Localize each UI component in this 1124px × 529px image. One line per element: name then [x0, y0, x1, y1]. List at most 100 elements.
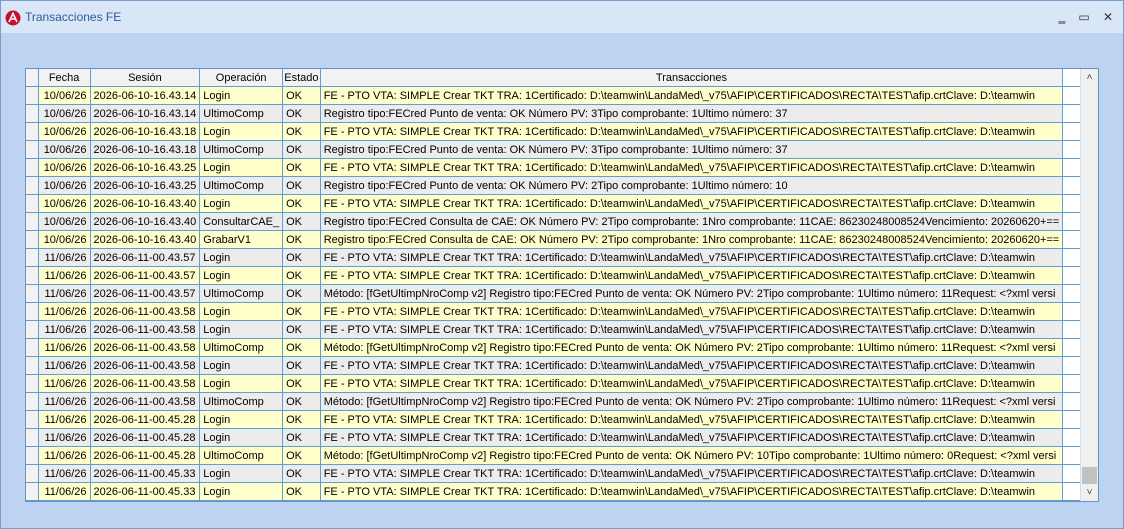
cell-sesion[interactable]: 2026-06-10-16.43.40 [90, 194, 201, 213]
cell-transaccion[interactable]: FE - PTO VTA: SIMPLE Crear TKT TRA: 1Cer… [320, 122, 1064, 141]
table-row[interactable]: 10/06/26 2026-06-10-16.43.25 Login OK FE - P… [26, 158, 1098, 177]
cell-operacion[interactable]: Login [199, 194, 284, 213]
cell-operacion[interactable]: Login [199, 320, 284, 339]
cell-operacion[interactable]: UltimoComp [199, 446, 284, 465]
cell-fecha[interactable]: 11/06/26 [38, 302, 91, 321]
table-row[interactable]: 11/06/26 2026-06-11-00.43.57 UltimoComp OK M… [26, 284, 1098, 303]
cell-fecha[interactable]: 11/06/26 [38, 356, 91, 375]
cell-estado[interactable]: OK [282, 230, 321, 249]
cell-sesion[interactable]: 2026-06-11-00.45.28 [90, 410, 201, 429]
cell-operacion[interactable]: Login [199, 464, 284, 483]
cell-estado[interactable]: OK [282, 194, 321, 213]
table-row[interactable]: 11/06/26 2026-06-11-00.45.28 UltimoComp OK M… [26, 446, 1098, 465]
cell-fecha[interactable]: 10/06/26 [38, 212, 91, 231]
cell-sesion[interactable]: 2026-06-10-16.43.14 [90, 104, 201, 123]
cell-estado[interactable]: OK [282, 446, 321, 465]
cell-estado[interactable]: OK [282, 320, 321, 339]
cell-estado[interactable]: OK [282, 104, 321, 123]
cell-estado[interactable]: OK [282, 122, 321, 141]
cell-estado[interactable]: OK [282, 482, 321, 501]
cell-fecha[interactable]: 10/06/26 [38, 158, 91, 177]
cell-sesion[interactable]: 2026-06-11-00.45.28 [90, 428, 201, 447]
column-header-operacion[interactable]: Operación [199, 69, 284, 87]
cell-sesion[interactable]: 2026-06-11-00.45.28 [90, 446, 201, 465]
table-row[interactable]: 10/06/26 2026-06-10-16.43.40 GrabarV1 OK Reg… [26, 230, 1098, 249]
cell-estado[interactable]: OK [282, 410, 321, 429]
cell-transaccion[interactable]: Registro tipo:FECred Punto de venta: OK … [320, 104, 1064, 123]
title-bar[interactable]: Transacciones FE ‗ ▭ ✕ [1, 1, 1123, 33]
table-row[interactable]: 10/06/26 2026-06-10-16.43.14 UltimoComp OK R… [26, 104, 1098, 123]
cell-sesion[interactable]: 2026-06-10-16.43.14 [90, 86, 201, 105]
cell-operacion[interactable]: UltimoComp [199, 176, 284, 195]
cell-operacion[interactable]: Login [199, 86, 284, 105]
cell-fecha[interactable]: 10/06/26 [38, 104, 91, 123]
cell-estado[interactable]: OK [282, 338, 321, 357]
table-row[interactable]: 10/06/26 2026-06-10-16.43.40 Login OK FE - P… [26, 194, 1098, 213]
cell-transaccion[interactable]: FE - PTO VTA: SIMPLE Crear TKT TRA: 1Cer… [320, 266, 1064, 285]
cell-transaccion[interactable]: FE - PTO VTA: SIMPLE Crear TKT TRA: 1Cer… [320, 194, 1064, 213]
table-row[interactable]: 11/06/26 2026-06-11-00.43.58 Login OK FE - P… [26, 302, 1098, 321]
table-row[interactable]: 11/06/26 2026-06-11-00.45.33 Login OK FE - P… [26, 464, 1098, 483]
cell-fecha[interactable]: 10/06/26 [38, 140, 91, 159]
table-row[interactable]: 10/06/26 2026-06-10-16.43.14 Login OK FE - P… [26, 86, 1098, 105]
cell-operacion[interactable]: ConsultarCAE_ [199, 212, 284, 231]
cell-estado[interactable]: OK [282, 176, 321, 195]
cell-operacion[interactable]: Login [199, 248, 284, 267]
cell-estado[interactable]: OK [282, 374, 321, 393]
cell-operacion[interactable]: Login [199, 302, 284, 321]
cell-sesion[interactable]: 2026-06-11-00.43.57 [90, 284, 201, 303]
cell-sesion[interactable]: 2026-06-11-00.43.58 [90, 302, 201, 321]
cell-fecha[interactable]: 11/06/26 [38, 284, 91, 303]
cell-sesion[interactable]: 2026-06-11-00.43.57 [90, 266, 201, 285]
table-row[interactable]: 11/06/26 2026-06-11-00.43.58 Login OK FE - P… [26, 320, 1098, 339]
cell-operacion[interactable]: Login [199, 374, 284, 393]
table-row[interactable]: 11/06/26 2026-06-11-00.43.58 Login OK FE - P… [26, 356, 1098, 375]
cell-transaccion[interactable]: Registro tipo:FECred Punto de venta: OK … [320, 140, 1064, 159]
cell-operacion[interactable]: Login [199, 266, 284, 285]
cell-transaccion[interactable]: FE - PTO VTA: SIMPLE Crear TKT TRA: 1Cer… [320, 320, 1064, 339]
cell-estado[interactable]: OK [282, 302, 321, 321]
cell-transaccion[interactable]: Método: [fGetUltimpNroComp v2] Registro … [320, 284, 1064, 303]
cell-operacion[interactable]: UltimoComp [199, 338, 284, 357]
cell-operacion[interactable]: Login [199, 410, 284, 429]
column-header-sesion[interactable]: Sesión [90, 69, 201, 87]
cell-transaccion[interactable]: FE - PTO VTA: SIMPLE Crear TKT TRA: 1Cer… [320, 374, 1064, 393]
cell-operacion[interactable]: UltimoComp [199, 140, 284, 159]
cell-sesion[interactable]: 2026-06-10-16.43.40 [90, 230, 201, 249]
cell-fecha[interactable]: 11/06/26 [38, 266, 91, 285]
table-row[interactable]: 10/06/26 2026-06-10-16.43.40 ConsultarCAE_… [26, 212, 1098, 231]
cell-estado[interactable]: OK [282, 266, 321, 285]
cell-transaccion[interactable]: FE - PTO VTA: SIMPLE Crear TKT TRA: 1Cer… [320, 464, 1064, 483]
cell-operacion[interactable]: Login [199, 428, 284, 447]
cell-fecha[interactable]: 11/06/26 [38, 464, 91, 483]
transactions-grid[interactable]: Fecha Sesión Operación Estado Transaccio… [25, 68, 1099, 502]
cell-operacion[interactable]: Login [199, 122, 284, 141]
scroll-down-button[interactable]: ˅ [1081, 484, 1098, 501]
cell-fecha[interactable]: 10/06/26 [38, 194, 91, 213]
scrollbar-thumb[interactable] [1082, 467, 1097, 484]
cell-estado[interactable]: OK [282, 464, 321, 483]
cell-sesion[interactable]: 2026-06-11-00.43.58 [90, 374, 201, 393]
cell-sesion[interactable]: 2026-06-11-00.43.58 [90, 392, 201, 411]
cell-fecha[interactable]: 11/06/26 [38, 338, 91, 357]
cell-fecha[interactable]: 11/06/26 [38, 392, 91, 411]
cell-operacion[interactable]: UltimoComp [199, 104, 284, 123]
cell-fecha[interactable]: 10/06/26 [38, 230, 91, 249]
cell-fecha[interactable]: 10/06/26 [38, 176, 91, 195]
column-header-fecha[interactable]: Fecha [38, 69, 91, 87]
table-row[interactable]: 11/06/26 2026-06-11-00.43.57 Login OK FE - P… [26, 266, 1098, 285]
cell-fecha[interactable]: 10/06/26 [38, 122, 91, 141]
table-row[interactable]: 11/06/26 2026-06-11-00.45.28 Login OK FE - P… [26, 410, 1098, 429]
cell-operacion[interactable]: GrabarV1 [199, 230, 284, 249]
cell-transaccion[interactable]: FE - PTO VTA: SIMPLE Crear TKT TRA: 1Cer… [320, 482, 1064, 501]
maximize-button[interactable]: ▭ [1073, 7, 1095, 27]
table-row[interactable]: 10/06/26 2026-06-10-16.43.18 Login OK FE - P… [26, 122, 1098, 141]
cell-sesion[interactable]: 2026-06-10-16.43.40 [90, 212, 201, 231]
cell-transaccion[interactable]: Método: [fGetUltimpNroComp v2] Registro … [320, 392, 1064, 411]
minimize-button[interactable]: ‗ [1051, 7, 1073, 27]
cell-estado[interactable]: OK [282, 392, 321, 411]
cell-transaccion[interactable]: Registro tipo:FECred Consulta de CAE: OK… [320, 230, 1064, 249]
cell-sesion[interactable]: 2026-06-11-00.43.57 [90, 248, 201, 267]
cell-sesion[interactable]: 2026-06-11-00.43.58 [90, 320, 201, 339]
cell-sesion[interactable]: 2026-06-11-00.45.33 [90, 464, 201, 483]
